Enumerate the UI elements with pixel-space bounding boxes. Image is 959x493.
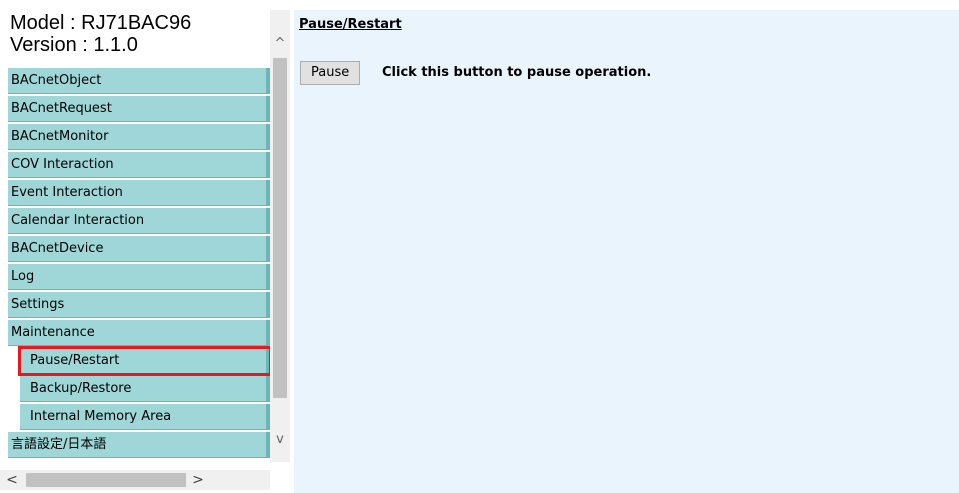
nav-item-maintenance[interactable]: Maintenance: [8, 320, 270, 346]
horizontal-scrollbar[interactable]: < >: [0, 470, 270, 490]
nav-subitem-backup-restore[interactable]: Backup/Restore: [20, 376, 270, 402]
nav-subitem-internal-memory-area[interactable]: Internal Memory Area: [20, 404, 270, 430]
scroll-right-icon[interactable]: >: [188, 470, 208, 490]
pause-button[interactable]: Pause: [300, 61, 361, 85]
nav-item-bacnetobject[interactable]: BACnetObject: [8, 68, 270, 94]
nav-item-bacnetdevice[interactable]: BACnetDevice: [8, 236, 270, 262]
nav-subitem-pause-restart[interactable]: Pause/Restart: [18, 346, 272, 376]
scroll-left-icon[interactable]: <: [2, 470, 22, 490]
model-label: Model : RJ71BAC96: [10, 12, 192, 34]
page-title[interactable]: Pause/Restart: [299, 17, 402, 32]
scroll-up-icon[interactable]: ^: [270, 34, 290, 54]
navigation-frame: Model : RJ71BAC96 Version : 1.1.0 BACnet…: [0, 0, 292, 493]
nav-item-cov-interaction[interactable]: COV Interaction: [8, 152, 270, 178]
scroll-down-icon[interactable]: v: [270, 430, 290, 450]
nav-item-settings[interactable]: Settings: [8, 292, 270, 318]
device-info: Model : RJ71BAC96 Version : 1.1.0: [10, 12, 270, 56]
nav-item-language[interactable]: 言語設定/日本語: [8, 432, 270, 458]
horizontal-scroll-thumb[interactable]: [26, 473, 186, 487]
content-frame: Pause/Restart Pause Click this button to…: [294, 10, 959, 493]
nav-item-bacnetrequest[interactable]: BACnetRequest: [8, 96, 270, 122]
version-label: Version : 1.1.0: [10, 34, 138, 56]
vertical-scroll-thumb[interactable]: [273, 58, 287, 398]
pause-description: Click this button to pause operation.: [382, 65, 652, 80]
nav-item-log[interactable]: Log: [8, 264, 270, 290]
nav-menu: BACnetObject BACnetRequest BACnetMonitor…: [8, 68, 272, 460]
vertical-scrollbar[interactable]: ^ v: [270, 10, 290, 462]
nav-item-bacnetmonitor[interactable]: BACnetMonitor: [8, 124, 270, 150]
nav-item-calendar-interaction[interactable]: Calendar Interaction: [8, 208, 270, 234]
nav-item-event-interaction[interactable]: Event Interaction: [8, 180, 270, 206]
